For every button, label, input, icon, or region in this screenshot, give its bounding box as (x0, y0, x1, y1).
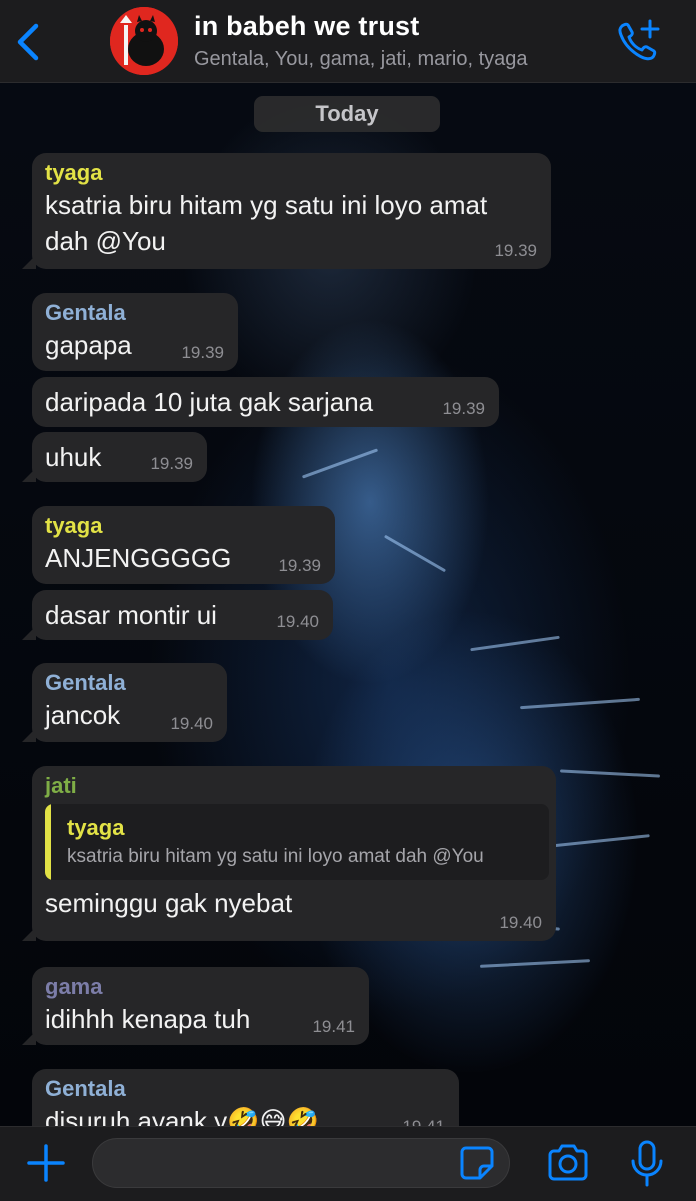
message-bubble[interactable]: Gentala disuruh ayank y🤣😅🤣 19.41 (32, 1069, 459, 1126)
quoted-message[interactable]: tyaga ksatria biru hitam yg satu ini loy… (45, 804, 549, 880)
microphone-icon[interactable] (628, 1139, 666, 1189)
message-text: daripada 10 juta gak sarjana (45, 387, 374, 417)
message-sender: Gentala (45, 1076, 126, 1101)
group-avatar-image-icon (110, 7, 178, 75)
plus-icon[interactable] (26, 1143, 66, 1183)
date-divider: Today (254, 96, 440, 132)
message-text: ksatria biru hitam yg satu ini loyo amat (45, 190, 488, 220)
message-bubble[interactable]: gama idihhh kenapa tuh 19.41 (22, 967, 369, 1045)
message-time: 19.39 (442, 399, 485, 418)
message-sender: Gentala (45, 670, 126, 695)
message-input[interactable] (92, 1138, 510, 1188)
back-chevron-icon[interactable] (12, 20, 48, 64)
message-bubble[interactable]: daripada 10 juta gak sarjana 19.39 (32, 377, 499, 427)
message-text: seminggu gak nyebat (45, 888, 293, 918)
message-sender: gama (45, 974, 103, 999)
message-text: dah @You (45, 226, 166, 256)
message-text: idihhh kenapa tuh (45, 1004, 251, 1034)
quoted-sender: tyaga (67, 815, 125, 840)
group-title[interactable]: in babeh we trust (194, 11, 419, 42)
camera-icon[interactable] (546, 1143, 590, 1183)
message-sender: tyaga (45, 160, 103, 185)
message-time: 19.40 (276, 612, 319, 631)
message-list[interactable]: Today tyaga ksatria biru hitam yg satu i… (0, 82, 696, 1126)
message-time: 19.39 (150, 454, 193, 473)
message-time: 19.39 (181, 343, 224, 362)
message-bubble[interactable]: uhuk 19.39 (22, 432, 207, 482)
message-bubble[interactable]: Gentala gapapa 19.39 (32, 293, 238, 371)
message-sender: Gentala (45, 300, 126, 325)
sticker-icon[interactable] (458, 1144, 496, 1182)
message-bubble[interactable]: dasar montir ui 19.40 (22, 590, 333, 640)
add-call-icon[interactable] (614, 18, 662, 64)
message-time: 19.39 (278, 556, 321, 575)
chat-header: in babeh we trust Gentala, You, gama, ja… (0, 0, 696, 83)
message-bubble[interactable]: tyaga ANJENGGGGG 19.39 (32, 506, 335, 584)
group-avatar[interactable] (110, 7, 178, 75)
message-text: disuruh ayank y🤣😅🤣 (45, 1106, 319, 1126)
message-time: 19.39 (494, 241, 537, 260)
message-time: 19.40 (170, 714, 213, 733)
message-input-bar (0, 1126, 696, 1201)
message-bubble[interactable]: Gentala jancok 19.40 (22, 663, 227, 742)
message-sender: jati (45, 773, 77, 798)
group-members[interactable]: Gentala, You, gama, jati, mario, tyaga (194, 48, 528, 71)
message-sender: tyaga (45, 513, 103, 538)
message-bubble[interactable]: tyaga ksatria biru hitam yg satu ini loy… (22, 153, 551, 269)
message-time: 19.41 (312, 1017, 355, 1036)
quoted-text: ksatria biru hitam yg satu ini loyo amat… (67, 846, 484, 867)
reply-message-bubble[interactable]: jati tyaga ksatria biru hitam yg satu in… (22, 766, 556, 941)
message-time: 19.40 (499, 913, 542, 932)
message-time: 19.41 (402, 1117, 445, 1126)
